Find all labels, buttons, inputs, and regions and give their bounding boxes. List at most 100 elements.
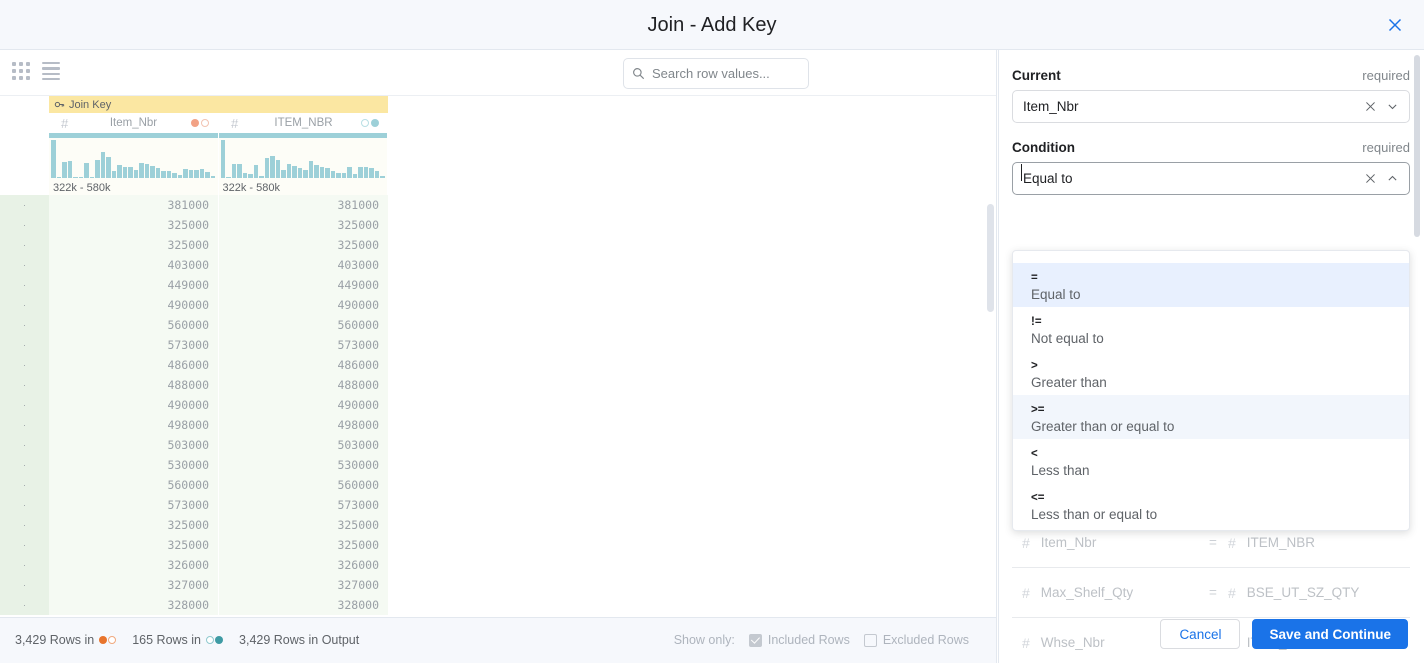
status-bar: 3,429 Rows in 165 Rows in 3,429 Rows in … xyxy=(0,617,997,663)
current-select[interactable]: Item_Nbr xyxy=(1012,90,1410,123)
dropdown-option[interactable]: >Greater than xyxy=(1013,351,1409,395)
excluded-rows-checkbox[interactable]: Excluded Rows xyxy=(864,633,969,647)
dropdown-top-padding xyxy=(1013,251,1409,263)
table-row[interactable]: ·486000486000 xyxy=(0,355,997,375)
table-row[interactable]: ·325000325000 xyxy=(0,215,997,235)
show-only-label: Show only: xyxy=(674,633,735,647)
histogram-bar xyxy=(331,171,336,178)
key-pair-right: #ITEM_NBR xyxy=(1228,535,1410,551)
checkbox-unchecked-icon xyxy=(864,634,877,647)
key-pair-operator: = xyxy=(1198,585,1228,600)
row-gutter: · xyxy=(0,255,49,275)
dropdown-option-label: Greater than or equal to xyxy=(1031,418,1391,436)
table-row[interactable]: ·560000560000 xyxy=(0,315,997,335)
save-and-continue-button[interactable]: Save and Continue xyxy=(1252,619,1408,649)
table-row[interactable]: ·403000403000 xyxy=(0,255,997,275)
histogram-bar xyxy=(134,170,139,178)
left-rows-label: 3,429 Rows in xyxy=(15,633,94,647)
row-empty-space xyxy=(389,575,997,595)
table-cell: 328000 xyxy=(219,595,388,615)
column-header-item-nbr[interactable]: # Item_Nbr xyxy=(49,113,219,133)
table-row[interactable]: ·325000325000 xyxy=(0,535,997,555)
clear-icon[interactable] xyxy=(1364,172,1377,185)
source-dot-right xyxy=(371,119,379,127)
table-cell: 326000 xyxy=(219,555,388,575)
histogram-bar xyxy=(95,160,100,178)
row-gutter: · xyxy=(0,195,49,215)
table-cell: 560000 xyxy=(49,475,218,495)
row-empty-space xyxy=(389,455,997,475)
dropdown-option-symbol: != xyxy=(1031,315,1391,330)
histogram-bar xyxy=(265,158,270,178)
table-row[interactable]: ·327000327000 xyxy=(0,575,997,595)
table-row[interactable]: ·449000449000 xyxy=(0,275,997,295)
histogram-bar xyxy=(117,165,122,178)
table-cell: 381000 xyxy=(219,195,388,215)
column-source-dots xyxy=(191,119,209,127)
dropdown-option[interactable]: =Equal to xyxy=(1013,263,1409,307)
table-row[interactable]: ·326000326000 xyxy=(0,555,997,575)
close-icon[interactable] xyxy=(1384,14,1406,36)
cancel-button[interactable]: Cancel xyxy=(1160,619,1240,649)
dropdown-option[interactable]: <Less than xyxy=(1013,439,1409,483)
histogram-bar xyxy=(325,168,330,178)
table-row[interactable]: ·498000498000 xyxy=(0,415,997,435)
histogram-ITEM-NBR: 322k - 580k xyxy=(219,133,388,195)
row-view-icon[interactable] xyxy=(42,62,60,80)
table-row[interactable]: ·328000328000 xyxy=(0,595,997,615)
search-icon xyxy=(632,67,645,80)
number-type-icon: # xyxy=(1022,635,1030,651)
dropdown-option[interactable]: >=Greater than or equal to xyxy=(1013,395,1409,439)
dropdown-option[interactable]: <=Less than or equal to xyxy=(1013,483,1409,527)
table-row[interactable]: ·560000560000 xyxy=(0,475,997,495)
table-cell: 498000 xyxy=(219,415,388,435)
table-row[interactable]: ·573000573000 xyxy=(0,495,997,515)
table-row[interactable]: ·325000325000 xyxy=(0,235,997,255)
row-gutter: · xyxy=(0,215,49,235)
histogram-bar xyxy=(287,164,292,178)
condition-field-labels: Condition required xyxy=(1012,140,1410,155)
included-rows-checkbox[interactable]: Included Rows xyxy=(749,633,850,647)
chevron-down-icon[interactable] xyxy=(1386,100,1399,113)
column-header-ITEM-NBR[interactable]: # ITEM_NBR xyxy=(219,113,389,133)
row-gutter: · xyxy=(0,275,49,295)
table-row[interactable]: ·488000488000 xyxy=(0,375,997,395)
chevron-up-icon[interactable] xyxy=(1386,172,1399,185)
search-row-values-box[interactable] xyxy=(623,58,809,89)
histogram-bar xyxy=(106,157,111,178)
table-row[interactable]: ·573000573000 xyxy=(0,335,997,355)
number-type-icon: # xyxy=(1022,585,1030,601)
table-row[interactable]: ·490000490000 xyxy=(0,295,997,315)
table-row[interactable]: ·381000381000 xyxy=(0,195,997,215)
table-cell: 486000 xyxy=(49,355,218,375)
histogram-bar xyxy=(123,167,128,178)
checkbox-checked-icon xyxy=(749,634,762,647)
condition-select-icons xyxy=(1364,172,1399,185)
column-header-row: # Item_Nbr # ITEM_NBR xyxy=(0,113,997,133)
dropdown-option[interactable]: !=Not equal to xyxy=(1013,307,1409,351)
grid-vertical-scrollbar[interactable] xyxy=(987,204,994,312)
row-empty-space xyxy=(389,335,997,355)
excluded-rows-label: Excluded Rows xyxy=(883,633,969,647)
condition-select[interactable]: Equal to xyxy=(1012,162,1410,195)
condition-dropdown-menu[interactable]: =Equal to!=Not equal to>Greater than>=Gr… xyxy=(1012,250,1410,531)
table-row[interactable]: ·325000325000 xyxy=(0,515,997,535)
table-row[interactable]: ·530000530000 xyxy=(0,455,997,475)
table-cell: 488000 xyxy=(49,375,218,395)
panel-vertical-scrollbar[interactable] xyxy=(1414,55,1420,237)
table-cell: 449000 xyxy=(49,275,218,295)
table-cell: 503000 xyxy=(49,435,218,455)
row-empty-space xyxy=(389,195,997,215)
key-pair-right-label: ITEM_NBR xyxy=(1247,535,1315,550)
number-type-icon: # xyxy=(1228,585,1236,601)
search-input[interactable] xyxy=(652,66,800,81)
histogram-bar xyxy=(128,167,133,178)
table-row[interactable]: ·503000503000 xyxy=(0,435,997,455)
preview-toolbar xyxy=(0,50,997,96)
grid-view-icon[interactable] xyxy=(12,62,30,80)
table-cell: 325000 xyxy=(219,235,388,255)
clear-icon[interactable] xyxy=(1364,100,1377,113)
table-row[interactable]: ·490000490000 xyxy=(0,395,997,415)
condition-select-text: Equal to xyxy=(1023,171,1073,186)
key-pair-row[interactable]: #Max_Shelf_Qty=#BSE_UT_SZ_QTY xyxy=(1012,568,1410,618)
